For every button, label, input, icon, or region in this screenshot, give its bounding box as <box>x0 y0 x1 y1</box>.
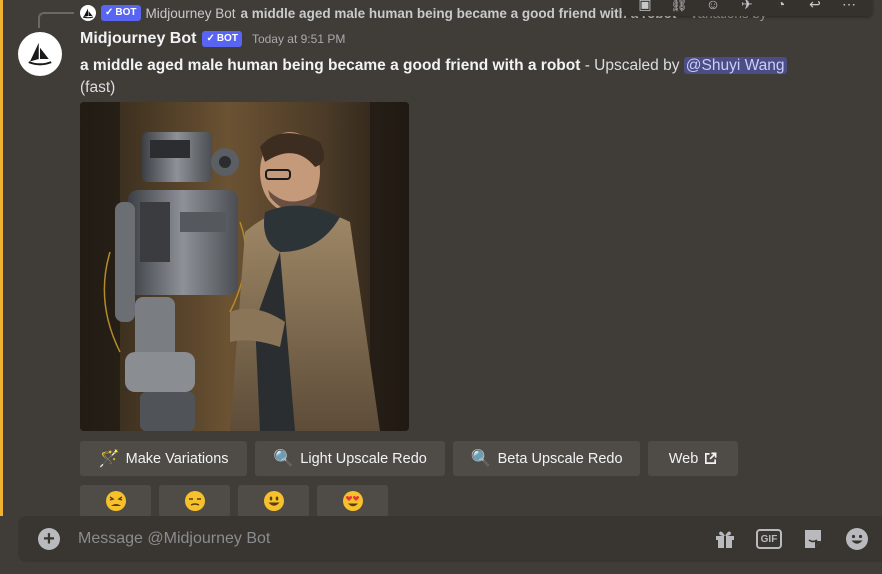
timestamp: Today at 9:51 PM <box>251 32 346 46</box>
reply-icon[interactable]: ↩ <box>804 0 826 13</box>
rate-unamused-button[interactable] <box>159 485 230 517</box>
magic-wand-icon: 🪄 <box>98 449 120 468</box>
composer-actions: GIF <box>712 526 870 552</box>
web-label: Web <box>668 450 699 467</box>
external-link-icon <box>705 452 717 464</box>
reply-author[interactable]: Midjourney Bot <box>146 6 236 21</box>
add-attachment-icon[interactable]: + <box>38 528 60 550</box>
highlight-accent-bar <box>0 0 3 516</box>
reply-text: a middle aged male human being became a … <box>240 5 677 21</box>
unamused-face-icon <box>184 491 205 511</box>
message-content: a middle aged male human being became a … <box>80 55 840 99</box>
magnifier-icon: 🔍 <box>470 449 492 468</box>
generated-image[interactable] <box>80 102 409 431</box>
action-button-row: 🪄 Make Variations 🔍 Light Upscale Redo 🔍… <box>80 441 738 476</box>
light-upscale-redo-label: Light Upscale Redo <box>300 450 427 467</box>
user-mention[interactable]: @Shuyi Wang <box>683 57 787 74</box>
message-composer: + GIF <box>18 516 882 562</box>
midjourney-boat-icon <box>28 42 52 66</box>
bot-badge-label: BOT <box>216 33 238 44</box>
emoji-picker-icon[interactable] <box>844 526 870 552</box>
rating-button-row <box>80 485 388 517</box>
author-avatar[interactable] <box>18 32 62 76</box>
rate-tired-button[interactable] <box>80 485 151 517</box>
prompt-text: a middle aged male human being became a … <box>80 57 581 74</box>
speed-mode: (fast) <box>80 79 116 96</box>
make-variations-button[interactable]: 🪄 Make Variations <box>80 441 247 476</box>
light-upscale-redo-button[interactable]: 🔍 Light Upscale Redo <box>255 441 445 476</box>
reaction-icon[interactable]: ☺ <box>702 0 724 12</box>
tired-face-icon <box>105 491 126 511</box>
link-icon[interactable]: ⛓ <box>668 0 690 13</box>
heart-eyes-face-icon <box>342 491 363 511</box>
reply-bot-badge-label: BOT <box>115 7 137 18</box>
gift-icon[interactable] <box>712 526 738 552</box>
rate-grinning-button[interactable] <box>238 485 309 517</box>
rate-love-button[interactable] <box>317 485 388 517</box>
reply-avatar-icon <box>80 5 96 21</box>
grinning-face-icon <box>263 491 284 511</box>
gif-icon[interactable]: GIF <box>756 529 782 549</box>
message-header: Midjourney Bot ✓ BOT Today at 9:51 PM <box>80 30 345 48</box>
beta-upscale-redo-label: Beta Upscale Redo <box>497 450 623 467</box>
sticker-icon[interactable] <box>800 526 826 552</box>
magnifier-icon: 🔍 <box>273 449 295 468</box>
pin-icon[interactable]: ✈ <box>736 0 758 13</box>
reply-bot-badge: ✓ BOT <box>101 5 141 21</box>
web-button[interactable]: Web <box>648 441 738 476</box>
app-icon[interactable]: ▣ <box>634 0 656 13</box>
author-name[interactable]: Midjourney Bot <box>80 30 196 48</box>
bot-badge: ✓ BOT <box>202 31 242 47</box>
reply-connector <box>38 12 74 28</box>
thread-icon[interactable]: ◔ <box>770 0 792 12</box>
more-icon[interactable]: ⋯ <box>838 0 860 13</box>
message-input[interactable] <box>78 528 678 550</box>
upscaled-by-text: - Upscaled by <box>580 57 684 74</box>
beta-upscale-redo-button[interactable]: 🔍 Beta Upscale Redo <box>453 441 640 476</box>
message-actions-toolbar: ▣ ⛓ ☺ ✈ ◔ ↩ ⋯ <box>622 0 872 16</box>
make-variations-label: Make Variations <box>125 450 229 467</box>
